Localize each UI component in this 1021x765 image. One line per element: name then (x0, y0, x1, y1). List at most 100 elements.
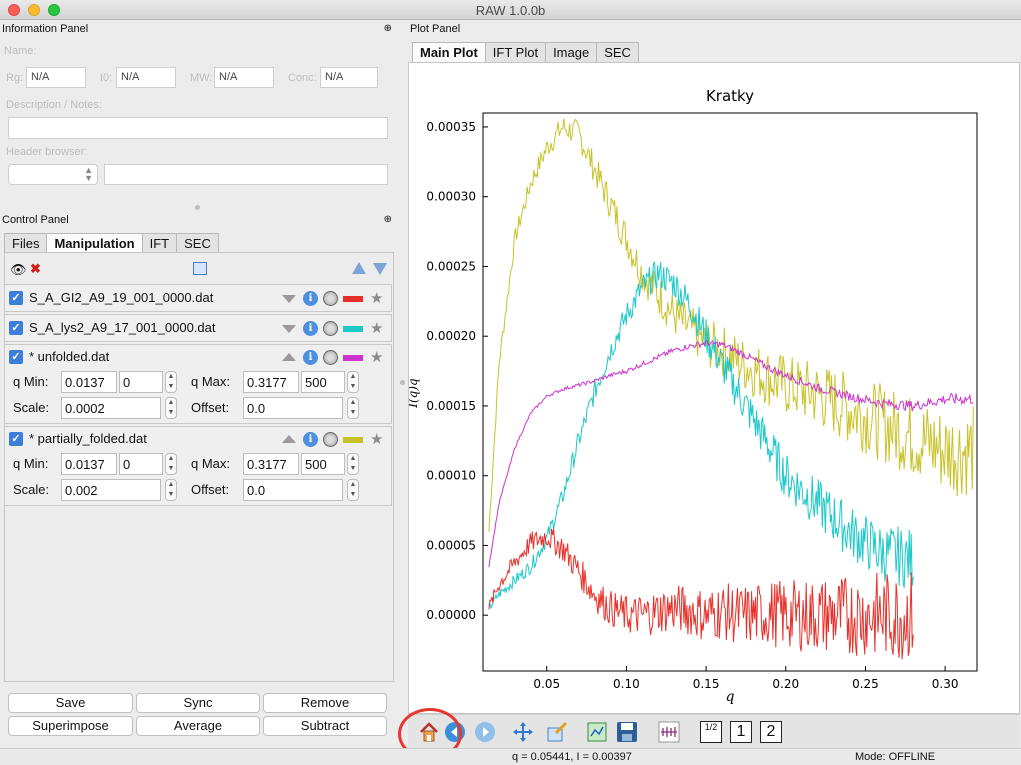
target-icon[interactable] (323, 350, 338, 365)
horizontal-splitter-handle[interactable] (400, 380, 405, 385)
q-min-index-field[interactable]: 0 (119, 371, 163, 393)
item-checkbox[interactable]: ✓ (9, 321, 23, 335)
star-icon[interactable]: ★ (370, 430, 383, 448)
scale-field[interactable]: 0.0002 (61, 397, 161, 419)
scale-field[interactable]: 0.002 (61, 479, 161, 501)
line-color-swatch[interactable] (343, 296, 363, 302)
pin-icon[interactable]: ⊕ (384, 21, 392, 37)
sync-button[interactable]: Sync (136, 693, 260, 713)
scale-stepper[interactable]: ▲ ▼ (165, 479, 177, 501)
rg-field[interactable]: N/A (26, 67, 86, 88)
tab-sec[interactable]: SEC (176, 233, 219, 253)
move-up-icon[interactable] (352, 262, 366, 274)
list-item[interactable]: ✓ S_A_lys2_A9_17_001_0000.dat i ★ (4, 314, 392, 342)
y-tick-label: 0.00010 (426, 469, 476, 483)
zoom-icon[interactable] (546, 721, 568, 743)
item-checkbox[interactable]: ✓ (9, 432, 23, 446)
q-min-index-field[interactable]: 0 (119, 453, 163, 475)
tab-main-plot[interactable]: Main Plot (412, 42, 486, 62)
target-icon[interactable] (323, 321, 338, 336)
remove-button[interactable]: Remove (263, 693, 387, 713)
mw-field[interactable]: N/A (214, 67, 274, 88)
q-min-stepper[interactable]: ▲ ▼ (165, 371, 177, 393)
q-min-field[interactable]: 0.0137 (61, 371, 117, 393)
y-tick-label: 0.00035 (426, 120, 476, 134)
scale-stepper[interactable]: ▲ ▼ (165, 397, 177, 419)
list-item[interactable]: ✓ * partially_folded.dat i ★ q Min: 0.01… (4, 426, 392, 506)
show-all-eye-icon[interactable]: 👁 (10, 262, 27, 278)
tab-ift-plot[interactable]: IFT Plot (484, 42, 547, 62)
list-item[interactable]: ✓ S_A_GI2_A9_19_001_0000.dat i ★ (4, 284, 392, 312)
errorbar-icon[interactable] (658, 721, 680, 743)
i0-label: I0: (100, 72, 113, 84)
pin-icon[interactable]: ⊕ (384, 212, 392, 228)
header-browser-field[interactable] (104, 164, 388, 185)
tab-image[interactable]: Image (545, 42, 598, 62)
collapse-toggle-icon[interactable] (282, 435, 296, 443)
page-one-button[interactable]: 1 (730, 721, 752, 743)
q-min-field[interactable]: 0.0137 (61, 453, 117, 475)
list-item[interactable]: ✓ * unfolded.dat i ★ q Min: 0.0137 0 ▲ ▼ … (4, 344, 392, 424)
star-icon[interactable]: ★ (370, 348, 383, 366)
line-color-swatch[interactable] (343, 326, 363, 332)
subtract-button[interactable]: Subtract (263, 716, 387, 736)
star-icon[interactable]: ★ (370, 319, 383, 337)
save-button[interactable]: Save (8, 693, 133, 713)
q-max-stepper[interactable]: ▲ ▼ (347, 453, 359, 475)
expand-toggle-icon[interactable] (282, 295, 296, 303)
tab-manipulation[interactable]: Manipulation (46, 233, 143, 253)
q-max-index-field[interactable]: 500 (301, 453, 345, 475)
info-icon[interactable]: i (303, 321, 318, 336)
q-min-stepper[interactable]: ▲ ▼ (165, 453, 177, 475)
offset-field[interactable]: 0.0 (243, 397, 343, 419)
q-max-field[interactable]: 0.3177 (243, 453, 299, 475)
star-icon[interactable]: ★ (370, 289, 383, 307)
target-icon[interactable] (323, 432, 338, 447)
q-max-stepper[interactable]: ▲ ▼ (347, 371, 359, 393)
vertical-splitter-handle[interactable] (195, 205, 200, 210)
hide-all-eye-icon[interactable]: ✖ (30, 261, 41, 277)
plot-panel-header: Plot Panel (408, 21, 1020, 37)
kratky-chart[interactable]: Kratky q I(q)q 0.05 0.10 0.15 0.20 0.25 0.30 0.00… (406, 63, 1019, 713)
q-max-field[interactable]: 0.3177 (243, 371, 299, 393)
pan-icon[interactable] (512, 721, 534, 743)
series-line-3 (488, 528, 914, 660)
info-icon[interactable]: i (303, 350, 318, 365)
control-tabs: Files Manipulation IFT SEC (4, 233, 219, 253)
tab-sec-plot[interactable]: SEC (596, 42, 639, 62)
expand-toggle-icon[interactable] (282, 325, 296, 333)
move-down-icon[interactable] (373, 263, 387, 275)
x-tick-label: 0.05 (533, 677, 560, 691)
info-icon[interactable]: i (303, 432, 318, 447)
average-button[interactable]: Average (136, 716, 260, 736)
tab-files[interactable]: Files (4, 233, 48, 253)
i0-field[interactable]: N/A (116, 67, 176, 88)
q-max-index-field[interactable]: 500 (301, 371, 345, 393)
offset-field[interactable]: 0.0 (243, 479, 343, 501)
header-browser-select[interactable]: ▲ ▼ (8, 164, 98, 185)
tab-ift[interactable]: IFT (141, 233, 178, 253)
offset-stepper[interactable]: ▲ ▼ (347, 397, 359, 419)
page-half-button[interactable]: 1/2 (700, 721, 722, 743)
y-tick-label: 0.00025 (426, 259, 476, 273)
collapse-all-icon[interactable] (193, 262, 207, 275)
superimpose-button[interactable]: Superimpose (8, 716, 133, 736)
item-checkbox[interactable]: ✓ (9, 291, 23, 305)
scale-label: Scale: (13, 482, 50, 497)
y-tick-label: 0.00000 (426, 608, 476, 622)
conc-field[interactable]: N/A (320, 67, 378, 88)
collapse-toggle-icon[interactable] (282, 353, 296, 361)
line-color-swatch[interactable] (343, 437, 363, 443)
plot-canvas[interactable]: Kratky q I(q)q 0.05 0.10 0.15 0.20 0.25 0.30 0.00… (406, 62, 1020, 714)
information-panel-header: Information Panel ⊕ (0, 21, 398, 37)
description-field[interactable] (8, 117, 388, 139)
save-icon[interactable] (616, 721, 638, 743)
forward-arrow-icon[interactable] (474, 721, 496, 743)
target-icon[interactable] (323, 291, 338, 306)
info-icon[interactable]: i (303, 291, 318, 306)
line-color-swatch[interactable] (343, 355, 363, 361)
subplots-icon[interactable] (586, 721, 608, 743)
offset-stepper[interactable]: ▲ ▼ (347, 479, 359, 501)
item-checkbox[interactable]: ✓ (9, 350, 23, 364)
page-two-button[interactable]: 2 (760, 721, 782, 743)
